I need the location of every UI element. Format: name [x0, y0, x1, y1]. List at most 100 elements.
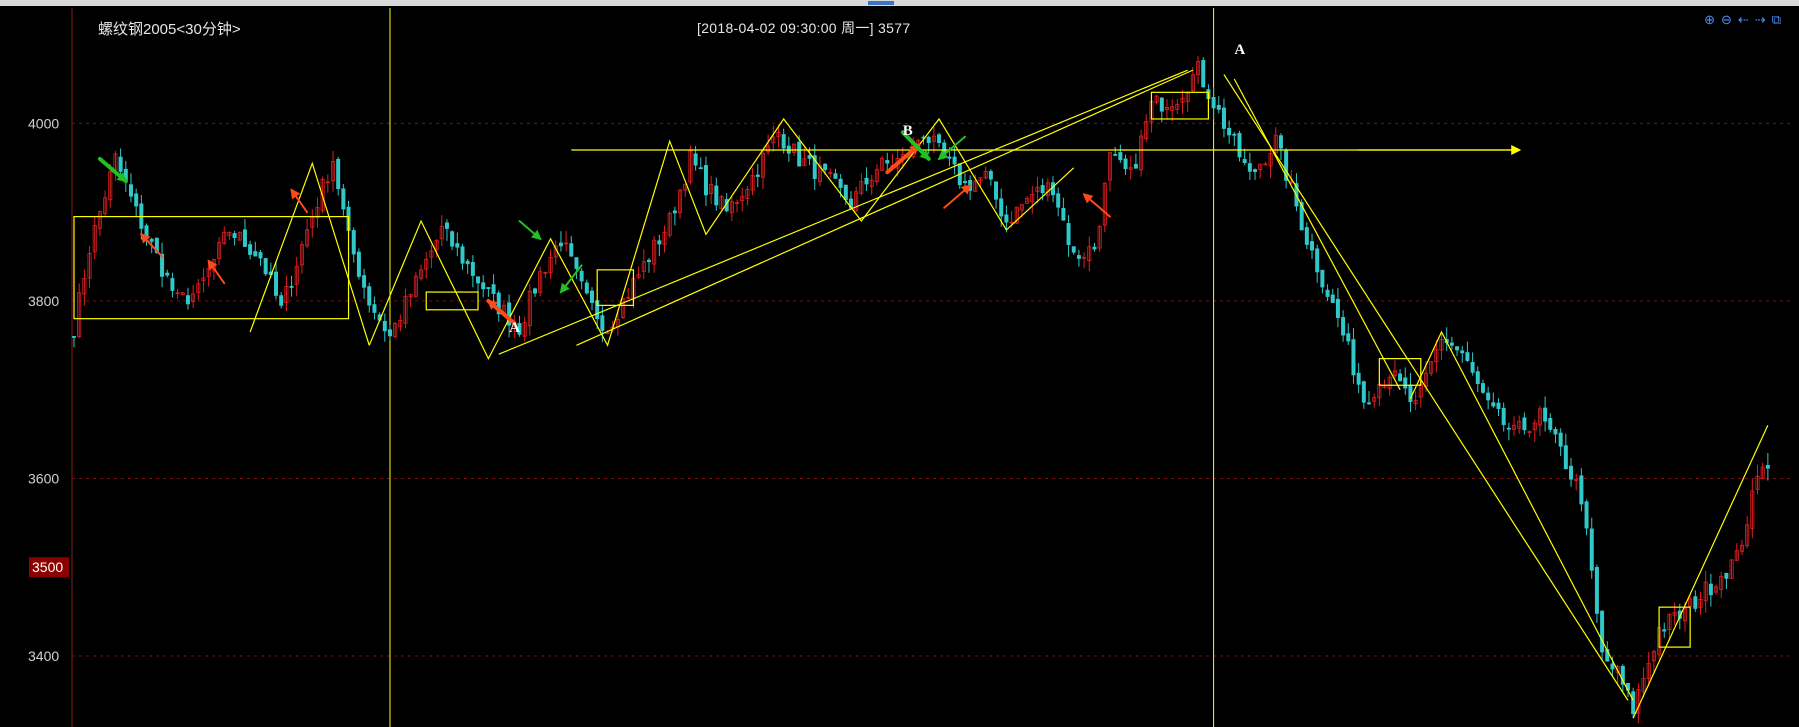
- candle-body: [579, 270, 584, 282]
- candle-body: [1631, 691, 1636, 715]
- candle-body: [372, 304, 377, 313]
- arrow-right-icon[interactable]: ⇢: [1755, 12, 1766, 28]
- candle-body: [755, 174, 760, 177]
- candle-body: [947, 156, 952, 159]
- candle-body: [1693, 596, 1698, 609]
- candle-body: [952, 156, 957, 165]
- candle-body: [1506, 427, 1511, 430]
- candle-body: [1040, 185, 1045, 194]
- candle-body: [382, 320, 387, 332]
- trendline: [1632, 424, 1769, 719]
- candle-body: [999, 198, 1004, 217]
- candle-body: [533, 288, 538, 294]
- zoom-out-icon[interactable]: ⊖: [1721, 12, 1732, 28]
- candle-body: [1398, 373, 1403, 382]
- wave-label: A: [1234, 42, 1245, 58]
- candle-body: [1237, 133, 1242, 158]
- candle-body: [476, 276, 481, 284]
- candle-body: [470, 262, 475, 276]
- candle-body: [242, 229, 247, 247]
- green-signal-arrow: [518, 220, 542, 241]
- candle-body: [248, 244, 253, 255]
- candle-body: [833, 173, 838, 179]
- candle-body: [584, 282, 589, 294]
- candle-body: [1201, 59, 1206, 88]
- candle-body: [1133, 164, 1138, 169]
- red-signal-arrow: [207, 259, 226, 285]
- candle-body: [1278, 135, 1283, 149]
- wave-label: A: [509, 320, 520, 336]
- candle-body: [1227, 127, 1232, 136]
- candle-body: [1066, 223, 1071, 245]
- candle-body: [693, 153, 698, 166]
- candle-body: [1351, 339, 1356, 376]
- candle-body: [1408, 384, 1413, 402]
- restore-window-icon[interactable]: ⧉: [1772, 12, 1781, 28]
- candle-body: [465, 260, 470, 265]
- candle-body: [1113, 154, 1118, 156]
- candle-body: [165, 272, 170, 276]
- candle-body: [657, 240, 662, 245]
- candle-body: [491, 284, 496, 294]
- candle-body: [351, 230, 356, 255]
- candle-body: [1346, 333, 1351, 342]
- candle-body: [1662, 629, 1667, 632]
- candle-body: [1724, 572, 1729, 579]
- arrow-left-icon[interactable]: ⇠: [1738, 12, 1749, 28]
- candle-body: [387, 329, 392, 337]
- candle-body: [797, 141, 802, 167]
- y-tick-label: 3600: [28, 470, 59, 486]
- candle-body: [1071, 246, 1076, 253]
- candle-body: [1330, 294, 1335, 303]
- candle-body: [864, 177, 869, 185]
- red-signal-arrow: [290, 188, 309, 214]
- candle-body: [444, 222, 449, 229]
- candle-body: [1449, 342, 1454, 346]
- candle-body: [455, 243, 460, 248]
- candle-body: [590, 290, 595, 303]
- candle-body: [1315, 248, 1320, 273]
- candle-body: [486, 287, 491, 289]
- candle-body: [341, 188, 346, 210]
- candle-body: [279, 295, 284, 306]
- candle-body: [672, 210, 677, 214]
- candle-body: [1522, 417, 1527, 431]
- candle-body: [253, 251, 258, 257]
- green-signal-arrow: [559, 264, 583, 294]
- candle-body: [1548, 418, 1553, 430]
- candle-body: [1708, 583, 1713, 596]
- candle-body: [1600, 610, 1605, 653]
- candle-body: [289, 286, 294, 288]
- candle-body: [144, 225, 149, 238]
- candle-body: [1232, 133, 1237, 136]
- candle-body: [1310, 241, 1315, 251]
- wave-label: B: [903, 123, 913, 139]
- trendline: [1233, 78, 1401, 390]
- candle-body: [1569, 465, 1574, 480]
- candle-body: [1480, 383, 1485, 393]
- candle-body: [838, 178, 843, 188]
- candlestick-chart[interactable]: 4000 3800 3600 3400 3500 A B A: [0, 0, 1799, 727]
- candle-body: [1496, 402, 1501, 409]
- candle-body: [481, 282, 486, 290]
- candle-body: [460, 246, 465, 264]
- candle-body: [1361, 381, 1366, 403]
- candle-body: [1159, 97, 1164, 112]
- candle-body: [646, 259, 651, 263]
- candle-body: [1325, 289, 1330, 297]
- cursor-info: [2018-04-02 09:30:00 周一] 3577: [697, 20, 911, 36]
- candle-body: [1553, 429, 1558, 435]
- zigzag-line: [249, 161, 370, 346]
- y-tick-label: 3800: [28, 293, 59, 309]
- candle-body: [1403, 377, 1408, 389]
- candle-body: [1092, 246, 1097, 250]
- y-tick-label: 4000: [28, 115, 59, 131]
- zoom-in-icon[interactable]: ⊕: [1704, 12, 1715, 28]
- candle-body: [569, 243, 574, 257]
- candle-body: [274, 271, 279, 296]
- candle-body: [714, 185, 719, 206]
- candle-body: [160, 253, 165, 277]
- candle-body: [1216, 104, 1221, 110]
- candle-body: [1563, 445, 1568, 470]
- candle-body: [450, 231, 455, 247]
